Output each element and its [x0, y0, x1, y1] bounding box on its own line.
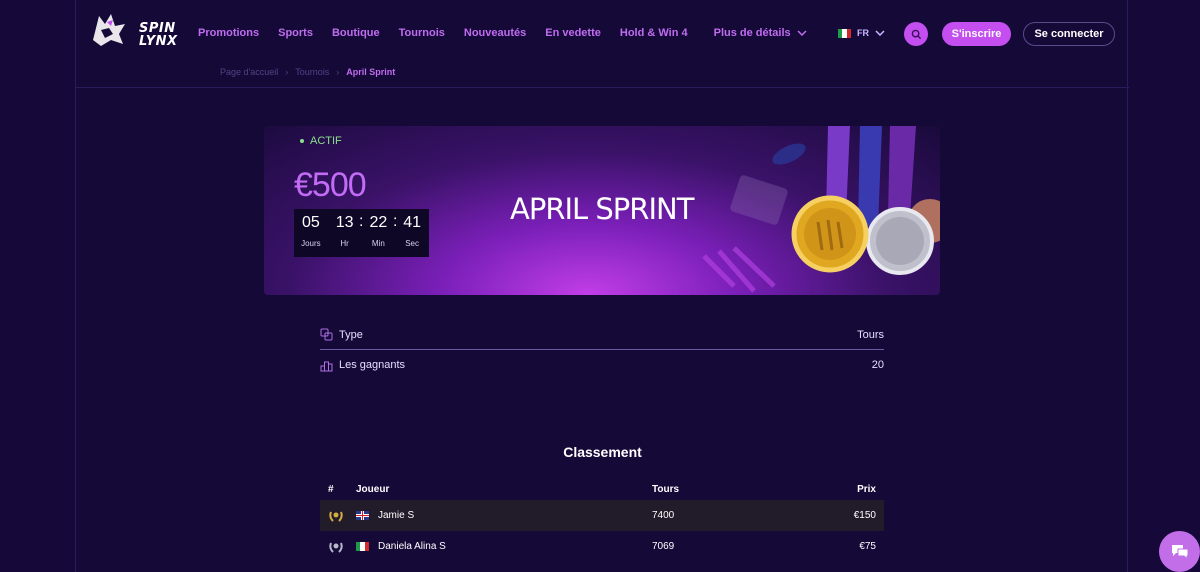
language-selector[interactable]: FR	[838, 28, 885, 38]
info-type-label: Type	[339, 328, 363, 341]
tournament-title: APRIL SPRINT	[510, 192, 694, 226]
site-header: SPIN LYNX Promotions Sports Boutique Tou…	[76, 0, 1129, 88]
italy-flag-icon	[356, 542, 369, 551]
language-code: FR	[857, 28, 869, 38]
silver-laurel-icon	[329, 542, 343, 553]
chevron-down-icon	[797, 30, 807, 36]
prize-pool: €500	[294, 166, 367, 204]
dice-icon	[320, 328, 333, 341]
countdown-hours: 13 Hr	[328, 209, 362, 257]
logo-text: SPIN LYNX	[139, 22, 178, 48]
nav-hold-and-win[interactable]: Hold & Win 4	[620, 27, 688, 39]
countdown-days: 05 Jours	[294, 209, 328, 257]
medals-illustration	[791, 126, 940, 275]
nav-more-label: Plus de détails	[713, 27, 791, 39]
info-winners-label: Les gagnants	[339, 359, 406, 371]
nav-tournois[interactable]: Tournois	[399, 27, 445, 39]
search-button[interactable]	[904, 22, 928, 46]
prize-cell: €75	[859, 541, 876, 552]
lynx-logo-icon	[93, 14, 125, 46]
tournament-status: ACTIF	[300, 135, 342, 147]
header-tours: Tours	[652, 483, 680, 495]
countdown-days-value: 05	[301, 214, 320, 231]
status-label: ACTIF	[310, 135, 342, 147]
nav-boutique[interactable]: Boutique	[332, 27, 380, 39]
signup-button[interactable]: S'inscrire	[942, 22, 1011, 46]
table-row: Jamie S 7400 €150	[320, 500, 884, 531]
tournament-banner: ACTIF €500 05 Jours 13 Hr 22 Min 41 Sec …	[264, 126, 940, 295]
countdown-hours-label: Hr	[340, 239, 349, 248]
countdown-separator: :	[359, 213, 364, 230]
search-icon	[911, 29, 921, 39]
breadcrumb-separator: ›	[336, 67, 340, 77]
header-player: Joueur	[356, 483, 390, 495]
rank-cell	[320, 540, 356, 554]
countdown-hours-value: 13	[335, 214, 354, 231]
main-nav: Promotions Sports Boutique Tournois Nouv…	[198, 27, 826, 39]
prize-cell: €150	[853, 510, 876, 521]
player-name: Daniela Alina S	[378, 541, 446, 552]
nav-promotions[interactable]: Promotions	[198, 27, 259, 39]
header-prize: Prix	[857, 483, 876, 495]
countdown-seconds-value: 41	[403, 214, 422, 231]
italy-flag-icon	[838, 28, 851, 38]
info-type-value: Tours	[857, 328, 884, 341]
player-cell: Jamie S	[356, 510, 652, 521]
logo-line-2: LYNX	[139, 34, 178, 49]
leaderboard-table: # Joueur Tours Prix Jamie S 7400 €150 Da…	[320, 478, 884, 562]
nav-sports[interactable]: Sports	[278, 27, 313, 39]
chat-icon	[1171, 544, 1188, 560]
countdown-seconds: 41 Sec	[395, 209, 429, 257]
breadcrumb-current: April Sprint	[346, 67, 396, 77]
breadcrumb: Page d'accueil › Tournois › April Sprint	[220, 67, 395, 77]
countdown-separator: :	[393, 213, 398, 230]
countdown-days-label: Jours	[301, 239, 321, 248]
header-rank: #	[328, 483, 334, 495]
breadcrumb-tournois[interactable]: Tournois	[295, 67, 329, 77]
countdown-minutes-label: Min	[371, 239, 385, 248]
logo[interactable]: SPIN LYNX	[89, 10, 177, 50]
info-winners-value: 20	[871, 359, 884, 371]
leaderboard-title: Classement	[563, 444, 642, 460]
tours-cell: 7069	[652, 541, 675, 552]
rank-cell	[320, 509, 356, 523]
nav-en-vedette[interactable]: En vedette	[545, 27, 601, 39]
login-button[interactable]: Se connecter	[1023, 22, 1115, 46]
nav-more-dropdown[interactable]: Plus de détails	[714, 27, 807, 39]
info-winners-row: Les gagnants 20	[320, 350, 884, 380]
page-frame: SPIN LYNX Promotions Sports Boutique Tou…	[75, 0, 1129, 572]
breadcrumb-home[interactable]: Page d'accueil	[220, 67, 278, 77]
countdown-seconds-label: Sec	[405, 239, 420, 248]
status-dot-icon	[300, 139, 304, 143]
chat-button[interactable]	[1159, 531, 1200, 572]
nav-nouveautes[interactable]: Nouveautés	[464, 27, 526, 39]
uk-flag-icon	[356, 511, 369, 520]
countdown-minutes: 22 Min	[362, 209, 396, 257]
table-row: Daniela Alina S 7069 €75	[320, 531, 884, 562]
podium-icon	[320, 361, 333, 371]
chevron-down-icon	[875, 30, 885, 36]
info-type-row: Type Tours	[320, 320, 884, 350]
table-header: # Joueur Tours Prix	[320, 478, 884, 500]
tours-cell: 7400	[652, 510, 675, 521]
gold-laurel-icon	[329, 511, 343, 522]
player-cell: Daniela Alina S	[356, 541, 652, 552]
player-name: Jamie S	[378, 510, 415, 521]
countdown-minutes-value: 22	[369, 214, 388, 231]
breadcrumb-separator: ›	[285, 67, 289, 77]
